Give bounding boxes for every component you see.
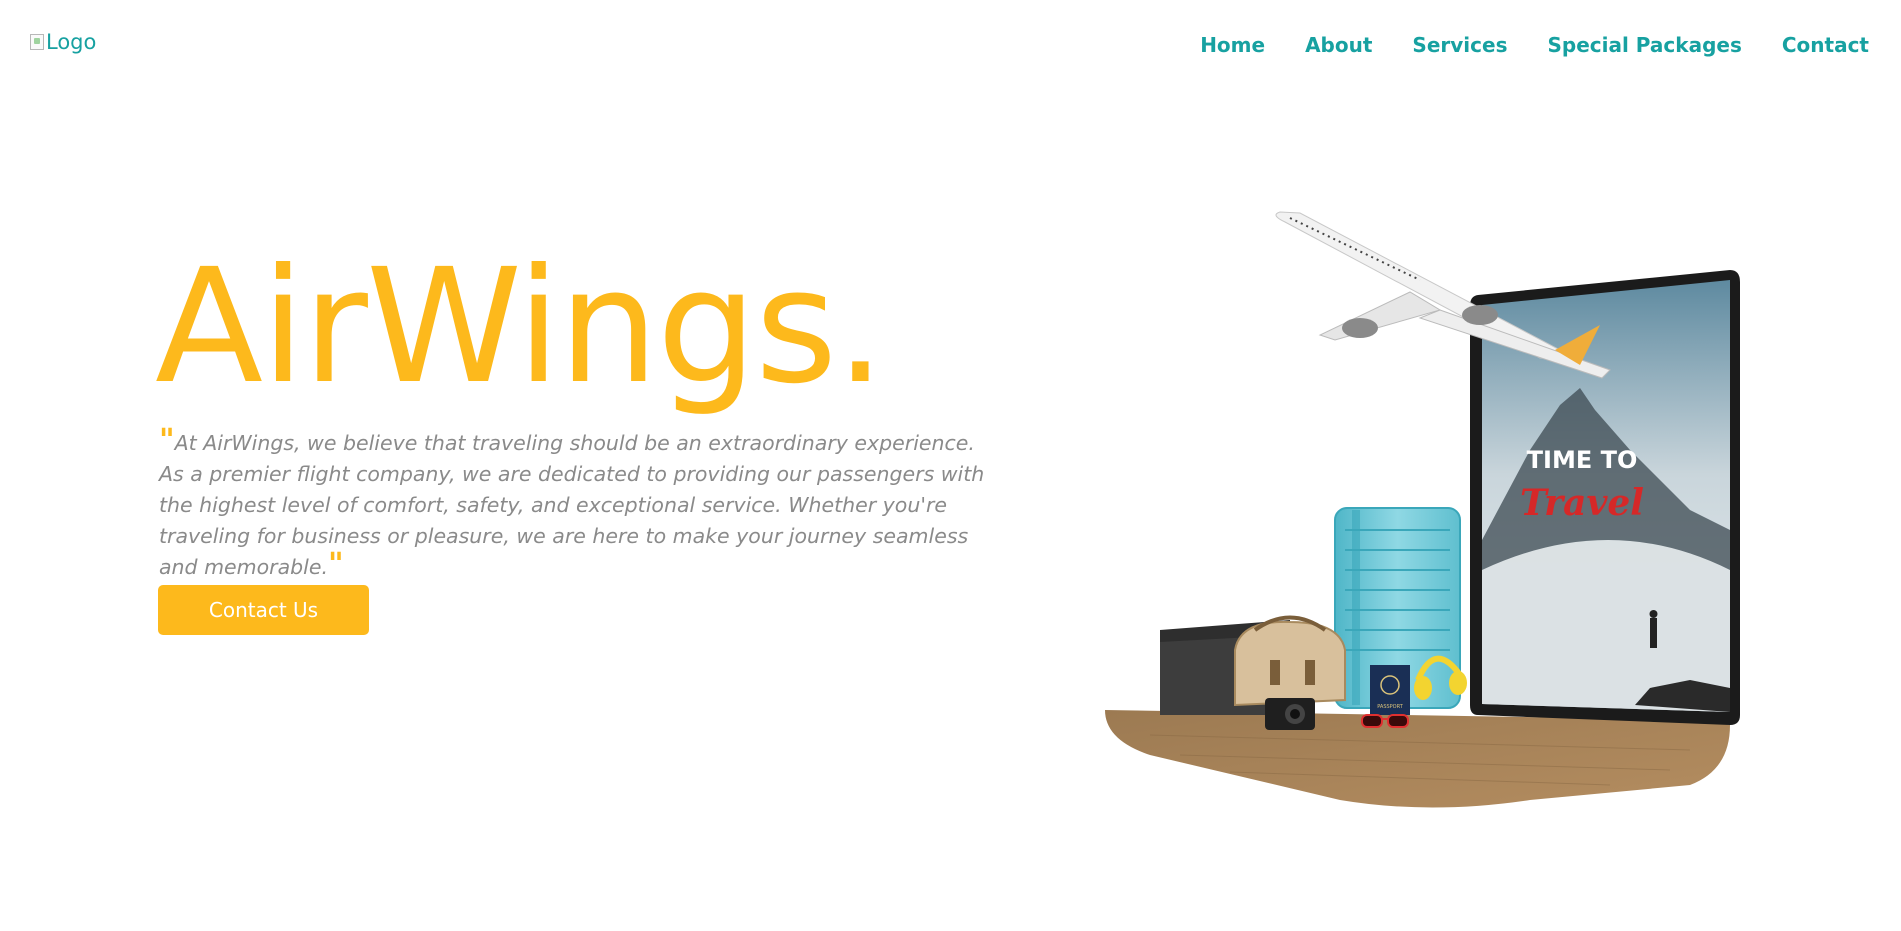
broken-image-icon xyxy=(30,34,44,50)
contact-us-button[interactable]: Contact Us xyxy=(158,585,369,635)
wooden-floor xyxy=(1105,710,1730,808)
passport-label: PASSPORT xyxy=(1377,704,1404,710)
nav-special-packages[interactable]: Special Packages xyxy=(1547,33,1741,57)
hero-title: AirWings. xyxy=(155,235,886,419)
nav-contact[interactable]: Contact xyxy=(1782,33,1869,57)
open-quote: " xyxy=(159,423,175,458)
nav-home[interactable]: Home xyxy=(1200,33,1265,57)
travel-illustration: TIME TO Travel PASSPORT xyxy=(1105,211,1740,808)
logo[interactable]: Logo xyxy=(30,30,96,54)
close-quote: " xyxy=(328,547,344,582)
hero-description: "At AirWings, we believe that traveling … xyxy=(159,426,1004,583)
camera xyxy=(1265,698,1315,730)
logo-alt-text: Logo xyxy=(46,30,97,54)
travel-bag xyxy=(1234,615,1346,707)
screen-title-line2: Travel xyxy=(1520,482,1644,524)
nav-services[interactable]: Services xyxy=(1412,33,1507,57)
screen-title-line1: TIME TO xyxy=(1527,446,1638,474)
passport: PASSPORT xyxy=(1370,665,1410,715)
main-nav: Home About Services Special Packages Con… xyxy=(1200,33,1869,57)
hero-description-text: At AirWings, we believe that traveling s… xyxy=(159,431,985,579)
nav-about[interactable]: About xyxy=(1305,33,1372,57)
